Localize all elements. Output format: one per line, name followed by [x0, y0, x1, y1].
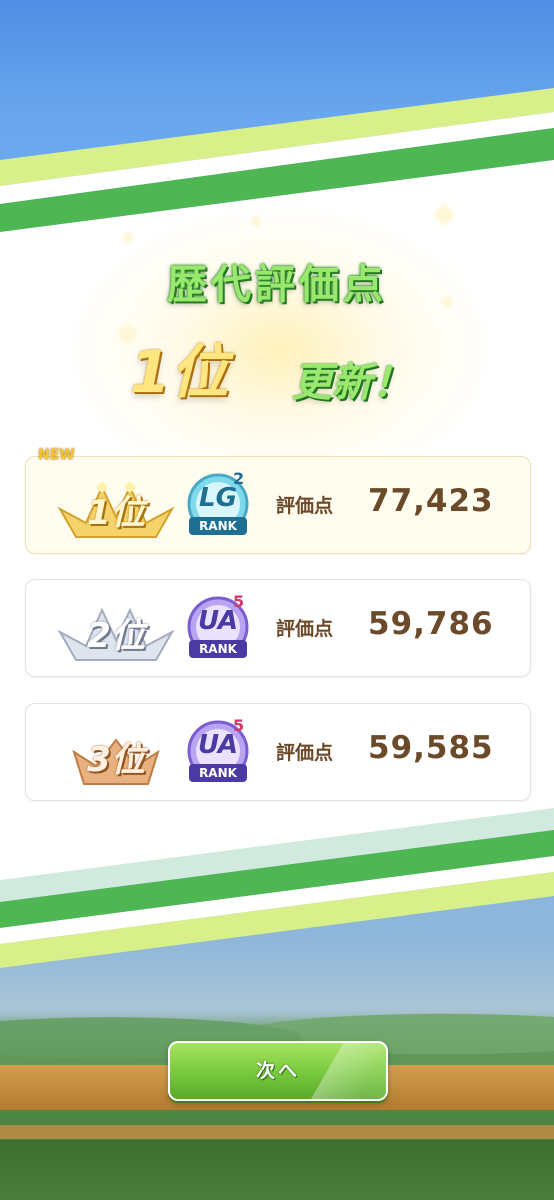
next-button-label: 次へ: [255, 1060, 300, 1082]
ranking-row: 2位 UA 5 RANK 評価点 59,786: [25, 579, 531, 677]
score-value: 59,585: [368, 730, 494, 766]
score-value: 59,786: [368, 606, 494, 642]
place-label: 3位: [87, 740, 145, 780]
place-label: 1位: [87, 493, 145, 533]
rank-badge-icon: UA 5 RANK: [181, 592, 255, 662]
rank-word: RANK: [199, 519, 237, 533]
score-label: 評価点: [276, 495, 334, 517]
score-label: 評価点: [276, 742, 334, 764]
rank-level: 5: [233, 592, 245, 611]
rank-word: RANK: [199, 642, 237, 656]
page-title: 歴代評価点: [167, 262, 387, 308]
rank-badge-icon: LG 2 RANK: [181, 469, 255, 539]
bronze-crown-icon: 3位: [56, 726, 176, 786]
silver-crown-icon: 2位: [56, 602, 176, 662]
rank-word: RANK: [199, 766, 237, 780]
ranking-row: NEW 1位 LG 2 RANK 評価点 77,423: [25, 447, 531, 554]
sparkle-icon: ✦: [120, 228, 136, 249]
next-button[interactable]: 次へ: [168, 1041, 388, 1101]
place-label: 2位: [87, 616, 145, 656]
sparkle-icon: ✦: [250, 212, 264, 231]
score-value: 77,423: [368, 483, 494, 519]
rank-badge-icon: UA 5 RANK: [181, 716, 255, 786]
new-badge: NEW: [38, 447, 75, 463]
rank-level: 5: [233, 716, 245, 735]
sparkle-icon: ✦: [430, 196, 459, 236]
gold-crown-icon: 1位: [56, 479, 176, 539]
rank-level: 2: [233, 469, 245, 488]
ranking-row: 3位 UA 5 RANK 評価点 59,585: [25, 703, 531, 801]
updated-label: 更新！: [292, 360, 412, 406]
score-label: 評価点: [276, 618, 334, 640]
achieved-rank: 1位: [130, 338, 229, 406]
